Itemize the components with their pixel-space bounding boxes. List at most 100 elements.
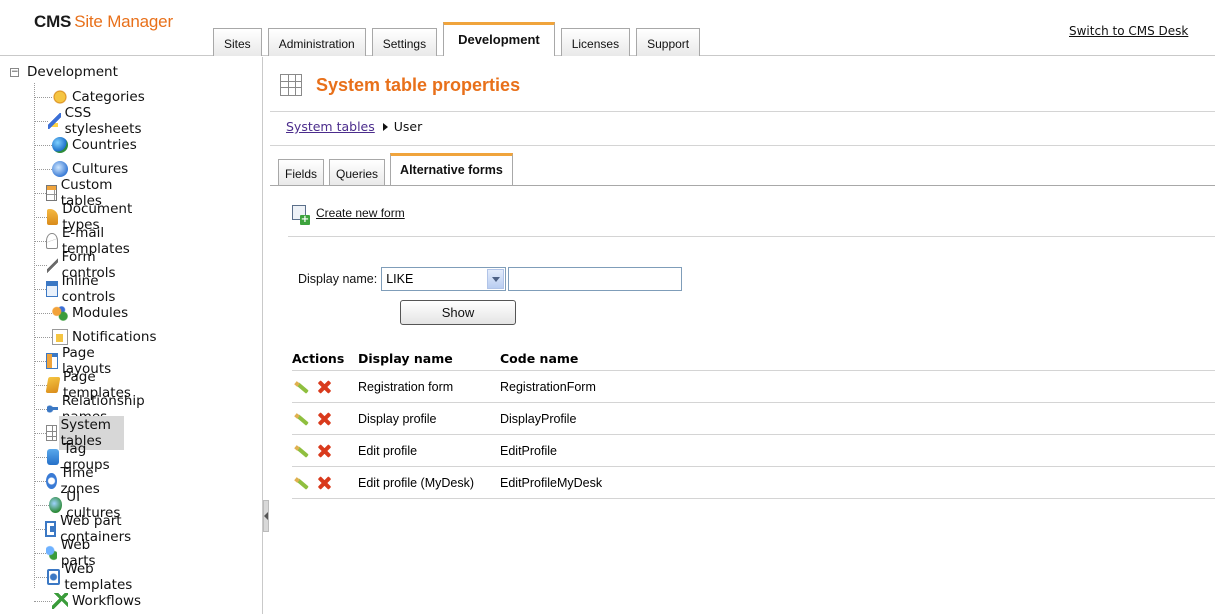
- tree-connector: [34, 384, 48, 386]
- create-new-form-link[interactable]: Create new form: [316, 206, 405, 220]
- header-actions: Actions: [292, 351, 345, 366]
- subtab-baseline: [270, 185, 1215, 186]
- collapse-toggle-icon[interactable]: −: [10, 67, 19, 77]
- app-logo[interactable]: CMS Site Manager: [34, 12, 173, 32]
- page-template-icon: [45, 377, 61, 393]
- edit-pencil-icon[interactable]: [294, 443, 310, 459]
- inline-control-icon: [46, 281, 58, 297]
- form-control-icon: [46, 257, 58, 273]
- edit-pencil-icon[interactable]: [294, 475, 310, 491]
- tab-alternative-forms[interactable]: Alternative forms: [390, 153, 513, 185]
- css-stylesheet-icon: [48, 113, 61, 129]
- row-actions: [292, 443, 358, 459]
- title-row: System table properties: [280, 74, 520, 96]
- row-actions: [292, 379, 358, 395]
- tab-sites[interactable]: Sites: [213, 28, 262, 56]
- sidebar-item-inline-controls[interactable]: Inline controls: [34, 273, 128, 305]
- workflow-icon: [52, 593, 68, 609]
- tree-connector: [34, 576, 48, 578]
- tree-connector: [34, 432, 46, 434]
- tree-connector: [34, 96, 52, 98]
- delete-x-icon[interactable]: [316, 379, 332, 395]
- tab-queries[interactable]: Queries: [329, 159, 386, 185]
- sidebar-collapse-handle[interactable]: [263, 500, 269, 532]
- delete-x-icon[interactable]: [316, 475, 332, 491]
- operator-select[interactable]: LIKE: [381, 267, 507, 291]
- filter-row: Display name: LIKE: [298, 267, 683, 291]
- new-form-icon: [292, 205, 310, 225]
- filter-label: Display name:: [298, 272, 378, 286]
- header-display-name[interactable]: Display name: [358, 351, 500, 366]
- switch-to-cms-desk-link[interactable]: Switch to CMS Desk: [1069, 24, 1188, 38]
- tab-licenses[interactable]: Licenses: [560, 28, 631, 56]
- table-row: Edit profile EditProfile: [292, 435, 1215, 467]
- tab-administration[interactable]: Administration: [267, 28, 366, 56]
- create-new-form-action[interactable]: Create new form: [292, 205, 405, 225]
- cell-display-name: Display profile: [358, 411, 437, 426]
- time-zone-icon: [45, 473, 57, 489]
- operator-select-value: LIKE: [386, 272, 414, 286]
- sidebar-item-countries[interactable]: Countries: [34, 134, 139, 156]
- header: CMS Site Manager Sites Administration Set…: [0, 0, 1215, 56]
- logo-site-manager-text: Site Manager: [74, 12, 173, 31]
- delete-x-icon[interactable]: [316, 411, 332, 427]
- tree-connector: [34, 504, 49, 506]
- tree-connector: [34, 288, 47, 290]
- table-row: Edit profile (MyDesk) EditProfileMyDesk: [292, 467, 1215, 499]
- sidebar-item-css-stylesheets[interactable]: CSS stylesheets: [34, 105, 151, 137]
- email-icon: [46, 233, 58, 249]
- cell-display-name: Edit profile (MyDesk): [358, 475, 474, 490]
- tree-connector: [34, 240, 47, 242]
- tree-connector: [34, 336, 52, 338]
- title-divider: [270, 111, 1215, 112]
- row-actions: [292, 475, 358, 491]
- delete-x-icon[interactable]: [316, 443, 332, 459]
- tab-fields[interactable]: Fields: [278, 159, 325, 185]
- tree-connector: [34, 408, 47, 410]
- edit-pencil-icon[interactable]: [294, 379, 310, 395]
- show-button[interactable]: Show: [400, 300, 516, 325]
- cultures-globe-icon: [52, 161, 68, 177]
- edit-pencil-icon[interactable]: [294, 411, 310, 427]
- logo-cms-text: CMS: [34, 12, 72, 31]
- sidebar-item-modules[interactable]: Modules: [34, 302, 130, 324]
- sidebar-item-label: Modules: [72, 305, 129, 321]
- page-layout-icon: [46, 353, 58, 369]
- tab-development[interactable]: Development: [443, 22, 555, 56]
- breadcrumb-current: User: [393, 119, 423, 134]
- system-table-icon: [45, 425, 57, 441]
- tree-connector: [34, 600, 52, 602]
- sidebar-item-web-templates[interactable]: Web templates: [34, 561, 142, 593]
- header-code-name[interactable]: Code name: [500, 351, 1215, 366]
- tab-settings[interactable]: Settings: [371, 28, 438, 56]
- tree-connector: [34, 480, 46, 482]
- cell-code-name: EditProfileMyDesk: [500, 475, 603, 490]
- countries-globe-icon: [52, 137, 68, 153]
- display-name-filter-input[interactable]: [508, 267, 683, 291]
- cell-display-name: Registration form: [358, 379, 454, 394]
- sidebar-item-label: CSS stylesheets: [64, 105, 142, 137]
- cell-display-name: Edit profile: [358, 443, 418, 458]
- tree-connector: [34, 264, 47, 266]
- table-row: Display profile DisplayProfile: [292, 403, 1215, 435]
- tree-root-label: Development: [27, 64, 118, 80]
- sidebar-item-label: Inline controls: [61, 273, 116, 305]
- subtabs: Fields Queries Alternative forms: [278, 153, 518, 185]
- table-row: Registration form RegistrationForm: [292, 371, 1215, 403]
- breadcrumb-link-system-tables[interactable]: System tables: [286, 119, 375, 134]
- sidebar-item-label: Web templates: [64, 561, 133, 593]
- cell-code-name: RegistrationForm: [500, 379, 596, 394]
- tab-support[interactable]: Support: [636, 28, 701, 56]
- page-title: System table properties: [316, 74, 521, 95]
- notification-icon: [52, 329, 68, 345]
- sidebar-item-label: Workflows: [72, 593, 142, 609]
- chevron-down-icon[interactable]: [487, 269, 505, 289]
- tree-root-development[interactable]: − Development: [10, 64, 118, 80]
- action-divider: [288, 236, 1215, 237]
- grid-body: Registration form RegistrationForm Display…: [292, 371, 1215, 499]
- sidebar-item-workflows[interactable]: Workflows: [34, 590, 143, 612]
- row-actions: [292, 411, 358, 427]
- tree-connector: [34, 216, 47, 218]
- custom-table-icon: [45, 185, 57, 201]
- cell-code-name: EditProfile: [500, 443, 557, 458]
